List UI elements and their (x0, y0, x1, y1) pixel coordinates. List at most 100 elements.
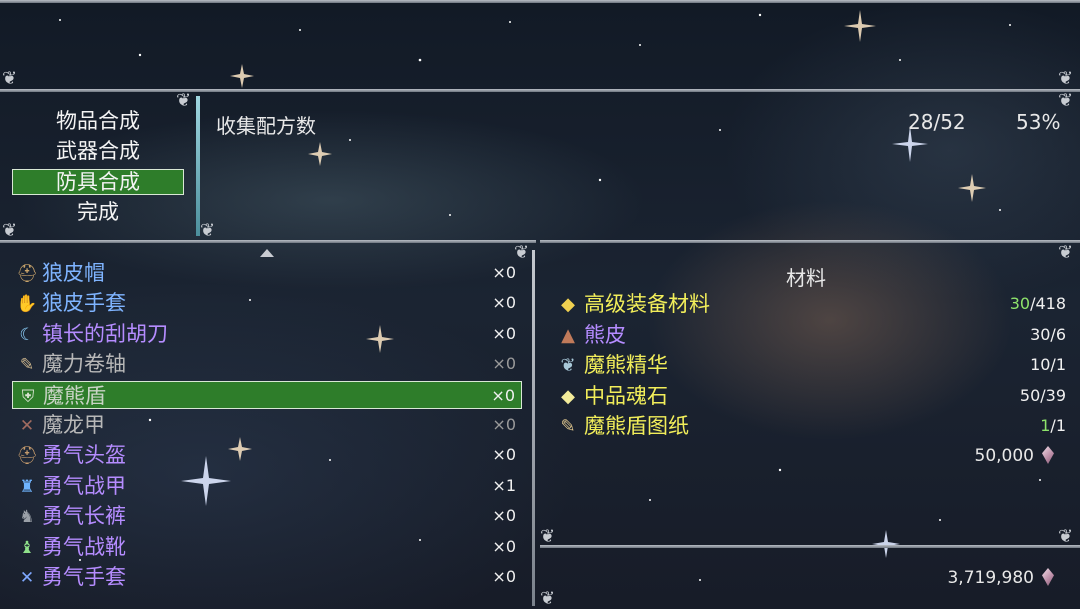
category-item-armor[interactable]: 防具合成 (12, 169, 184, 195)
material-row: ◆ 中品魂石 50/39 (556, 382, 1066, 410)
recipe-name: 勇气战甲 (42, 473, 126, 498)
material-row: ◆ 高级装备材料 30/418 (556, 290, 1066, 318)
recipe-name: 镇长的刮胡刀 (42, 321, 168, 346)
essence-icon: ❦ (560, 355, 576, 376)
recipe-name: 狼皮手套 (42, 291, 126, 316)
ornament-corner-icon: ❦ (1058, 242, 1074, 263)
recipe-row[interactable]: ♝ 勇气战靴 ×0 (12, 533, 522, 561)
recipe-count: ×1 (492, 475, 516, 495)
recipe-count: ×0 (492, 536, 516, 556)
courage-armor-icon: ♜ (19, 476, 35, 497)
courage-helmet-icon: ⛑ (16, 446, 38, 467)
recipe-row[interactable]: ♜ 勇气战甲 ×1 (12, 472, 522, 500)
recipe-collection-percent: 53% (1016, 110, 1061, 134)
recipe-name: 勇气长裤 (42, 504, 126, 529)
wolf-helmet-icon: ⛑ (16, 264, 38, 284)
material-count: 10/1 (1030, 351, 1066, 379)
soul-stone-icon: ◆ (561, 385, 575, 407)
recipe-name: 魔力卷轴 (42, 352, 126, 377)
ornament-corner-icon: ❦ (1058, 68, 1074, 89)
material-have: 1 (1040, 416, 1051, 435)
recipe-name: 狼皮帽 (42, 261, 105, 285)
recipe-name: 勇气战靴 (42, 534, 126, 559)
ornament-corner-icon: ❦ (540, 588, 556, 609)
recipe-count: ×0 (491, 385, 515, 405)
material-name: 熊皮 (584, 322, 626, 347)
recipe-name: 魔熊盾 (43, 383, 106, 408)
list-panel-divider (532, 250, 535, 606)
category-item-completed[interactable]: 完成 (12, 199, 184, 225)
recipe-row[interactable]: ⛑ 勇气头盔 ×0 (12, 441, 522, 469)
material-need: /418 (1030, 294, 1066, 313)
gold-ore-icon: ◆ (561, 294, 575, 315)
ornament-corner-icon: ❦ (2, 68, 18, 89)
recipe-count: ×0 (492, 415, 516, 434)
recipe-row[interactable]: ✕ 魔龙甲 ×0 (12, 411, 522, 439)
crystal-currency-icon (1042, 568, 1054, 586)
category-panel-divider (196, 96, 200, 236)
dragon-armor-icon: ✕ (19, 416, 35, 436)
category-item-items[interactable]: 物品合成 (12, 108, 184, 134)
material-count: 30/418 (1010, 290, 1066, 318)
recipe-row[interactable]: ⛑ 狼皮帽 ×0 (12, 259, 522, 287)
bear-hide-icon: ▲ (561, 324, 575, 346)
blueprint-icon: ✎ (560, 416, 576, 437)
recipe-name: 勇气头盔 (42, 443, 126, 468)
list-panel-top-border (0, 240, 536, 243)
recipe-collection-label: 收集配方数 (216, 114, 316, 138)
crafting-cost-value: 50,000 (974, 446, 1034, 466)
recipe-row[interactable]: ✕ 勇气手套 ×0 (12, 563, 522, 591)
bear-shield-icon: ⛨ (21, 386, 35, 407)
scroll-up-arrow-icon[interactable] (260, 249, 274, 257)
ornament-corner-icon: ❦ (1058, 90, 1074, 111)
recipe-row[interactable]: ♞ 勇气长裤 ×0 (12, 502, 522, 530)
recipe-row[interactable]: ⛨ 魔熊盾 ×0 (12, 380, 522, 409)
material-name: 魔熊精华 (584, 353, 668, 377)
recipe-count: ×0 (492, 354, 516, 374)
recipe-collection-count: 28/52 (908, 110, 966, 134)
category-panel-top-border (0, 89, 1080, 92)
material-count: 50/39 (1020, 382, 1066, 410)
scroll-icon: ✎ (19, 355, 35, 376)
recipe-name: 魔龙甲 (42, 413, 105, 437)
ornament-corner-icon: ❦ (540, 526, 556, 547)
courage-pants-icon: ♞ (19, 507, 35, 528)
wolf-gloves-icon: ✋ (16, 294, 38, 315)
material-need: /1 (1050, 416, 1066, 435)
material-name: 中品魂石 (584, 383, 668, 408)
recipe-name: 勇气手套 (42, 565, 126, 589)
material-panel-top-border (540, 240, 1080, 243)
wallet: 3,719,980 (947, 568, 1054, 588)
ornament-corner-icon: ❦ (200, 220, 216, 241)
material-row: ▲ 熊皮 30/6 (556, 321, 1066, 349)
materials-header: 材料 (786, 266, 826, 290)
recipe-count: ×0 (492, 263, 516, 282)
crafting-cost: 50,000 (975, 446, 1054, 466)
recipe-row[interactable]: ✋ 狼皮手套 ×0 (12, 289, 522, 317)
material-name: 高级装备材料 (584, 292, 710, 316)
recipe-count: ×0 (492, 445, 516, 465)
top-frame-line (0, 0, 1080, 3)
razor-icon: ☾ (19, 324, 35, 345)
crystal-currency-icon (1042, 446, 1054, 464)
category-menu: 物品合成 武器合成 防具合成 完成 (0, 96, 196, 236)
recipe-count: ×0 (492, 567, 516, 586)
material-have: 50 (1019, 385, 1041, 405)
material-have: 30 (1030, 324, 1051, 344)
wallet-amount: 3,719,980 (947, 568, 1034, 588)
material-count: 1/1 (1040, 412, 1066, 440)
recipe-row[interactable]: ☾ 镇长的刮胡刀 ×0 (12, 320, 522, 348)
material-count: 30/6 (1030, 321, 1066, 349)
material-need: /39 (1040, 385, 1066, 405)
recipe-row[interactable]: ✎ 魔力卷轴 ×0 (12, 350, 522, 378)
material-have: 10 (1030, 355, 1051, 374)
material-name: 魔熊盾图纸 (584, 414, 689, 438)
wallet-panel-top-border (540, 545, 1080, 548)
material-row: ✎ 魔熊盾图纸 1/1 (556, 412, 1066, 440)
material-have: 30 (1009, 294, 1031, 313)
material-row: ❦ 魔熊精华 10/1 (556, 351, 1066, 379)
recipe-count: ×0 (492, 293, 516, 313)
recipe-count: ×0 (492, 323, 516, 343)
category-item-weapons[interactable]: 武器合成 (12, 138, 184, 164)
material-need: /1 (1050, 355, 1066, 374)
